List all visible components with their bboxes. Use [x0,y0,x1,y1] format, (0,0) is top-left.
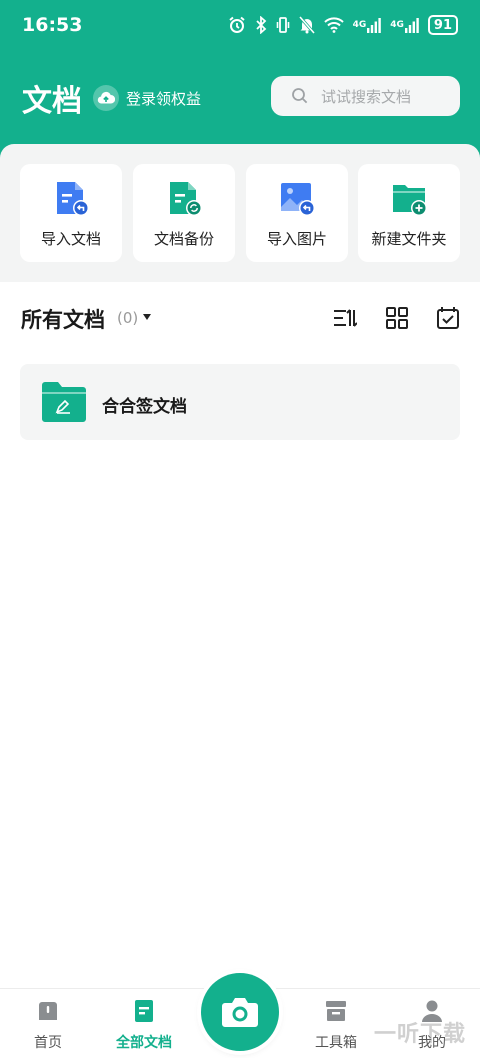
toolbox-icon [326,1001,346,1021]
watermark: 一听下载 [373,1022,466,1047]
folder-item[interactable]: 合合签文档 [20,364,460,440]
tab-label: 首页 [34,1035,62,1051]
import-document-icon [57,182,89,216]
sort-icon[interactable] [333,306,357,330]
login-benefits-button[interactable]: 登录领权益 [93,83,201,113]
document-backup-button[interactable]: 文档备份 [133,164,235,262]
home-icon [39,1002,57,1020]
status-bar: 16:53 4G 4G 91 [0,0,480,52]
alarm-icon [228,14,246,36]
bluetooth-icon [255,14,267,36]
select-icon[interactable] [436,306,460,330]
tab-label: 全部文档 [116,1035,172,1051]
signal-icon-2: 4G [390,14,419,36]
new-folder-button[interactable]: 新建文件夹 [358,164,460,262]
documents-icon [135,1000,153,1022]
quick-actions-panel: 导入文档 文档备份 导入图片 新建文件夹 [0,144,480,282]
tab-toolbox[interactable]: 工具箱 [296,999,376,1053]
signature-folder-icon [42,382,86,422]
import-document-button[interactable]: 导入文档 [20,164,122,262]
search-icon [292,88,308,104]
search-placeholder: 试试搜索文档 [321,87,412,106]
quick-action-label: 导入文档 [40,230,101,248]
search-input[interactable]: 试试搜索文档 [271,76,460,116]
page-title: 文档 [22,84,82,119]
status-icons: 4G 4G 91 [228,14,458,36]
tab-home[interactable]: 首页 [8,999,88,1053]
tab-all-documents[interactable]: 全部文档 [104,999,184,1053]
camera-icon [222,998,258,1027]
new-folder-icon [393,185,427,216]
vibrate-icon [276,14,290,36]
tab-label: 工具箱 [315,1035,357,1051]
folder-name: 合合签文档 [102,397,187,417]
quick-action-label: 新建文件夹 [371,230,447,248]
import-image-icon [281,183,315,216]
battery-indicator: 91 [427,15,458,35]
header: 16:53 4G 4G 91 文档 登录领权益 试试搜索文档 [0,0,480,160]
mute-notification-icon [298,14,315,36]
title-row: 文档 登录领权益 试试搜索文档 [0,72,480,122]
quick-action-label: 导入图片 [266,230,327,248]
cloud-upload-icon [93,85,119,111]
section-title: 所有文档 [21,308,105,332]
import-image-button[interactable]: 导入图片 [246,164,348,262]
camera-scan-button[interactable] [201,973,279,1051]
login-benefits-label: 登录领权益 [126,89,202,108]
document-count[interactable]: (0) [117,309,138,327]
caret-down-icon[interactable] [143,314,151,320]
grid-view-icon[interactable] [385,306,409,330]
signal-icon-1: 4G [353,14,382,36]
status-time: 16:53 [22,14,83,36]
quick-action-label: 文档备份 [153,230,214,248]
document-backup-icon [170,182,202,216]
wifi-icon [323,14,344,36]
